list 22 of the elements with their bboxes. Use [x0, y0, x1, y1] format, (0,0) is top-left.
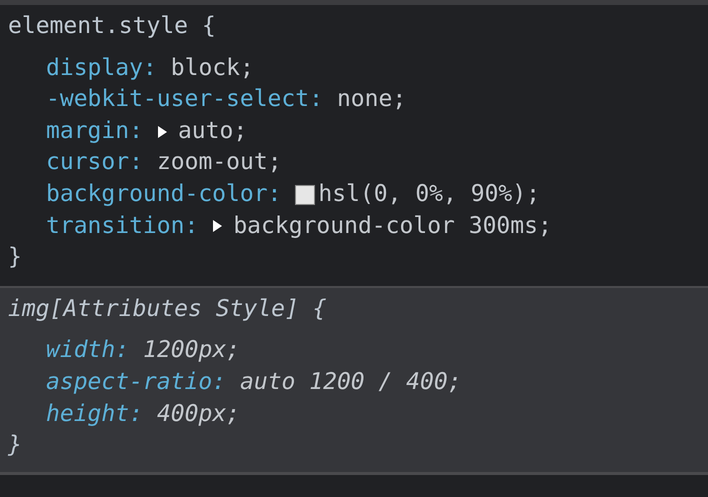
property-name[interactable]: display:	[46, 52, 157, 84]
selector-text: element.style {	[8, 12, 216, 41]
property-value[interactable]: block;	[170, 52, 254, 84]
property-value[interactable]: 400px;	[156, 398, 240, 430]
closing-brace: }	[8, 431, 22, 460]
property-value[interactable]: auto;	[178, 116, 248, 148]
property-value[interactable]: zoom-out;	[156, 147, 282, 179]
property-name[interactable]: -webkit-user-select:	[46, 84, 323, 116]
property-value[interactable]: 1200px;	[143, 335, 240, 367]
property-value[interactable]: hsl(0, 0%, 90%);	[318, 178, 540, 211]
closing-brace: }	[8, 243, 22, 272]
property-name[interactable]: cursor:	[46, 147, 143, 179]
property-name[interactable]: height:	[46, 398, 143, 430]
property-name[interactable]: background-color:	[46, 178, 282, 211]
property-value[interactable]: none;	[336, 84, 406, 116]
property-name[interactable]: aspect-ratio:	[46, 366, 226, 399]
selector-text: img[Attributes Style] {	[8, 294, 326, 324]
property-name[interactable]: margin:	[46, 116, 143, 148]
property-value[interactable]: auto 1200 / 400;	[240, 366, 462, 399]
property-value[interactable]: background-color 300ms;	[233, 210, 552, 242]
property-name[interactable]: transition:	[46, 210, 198, 242]
property-name[interactable]: width:	[46, 335, 130, 367]
